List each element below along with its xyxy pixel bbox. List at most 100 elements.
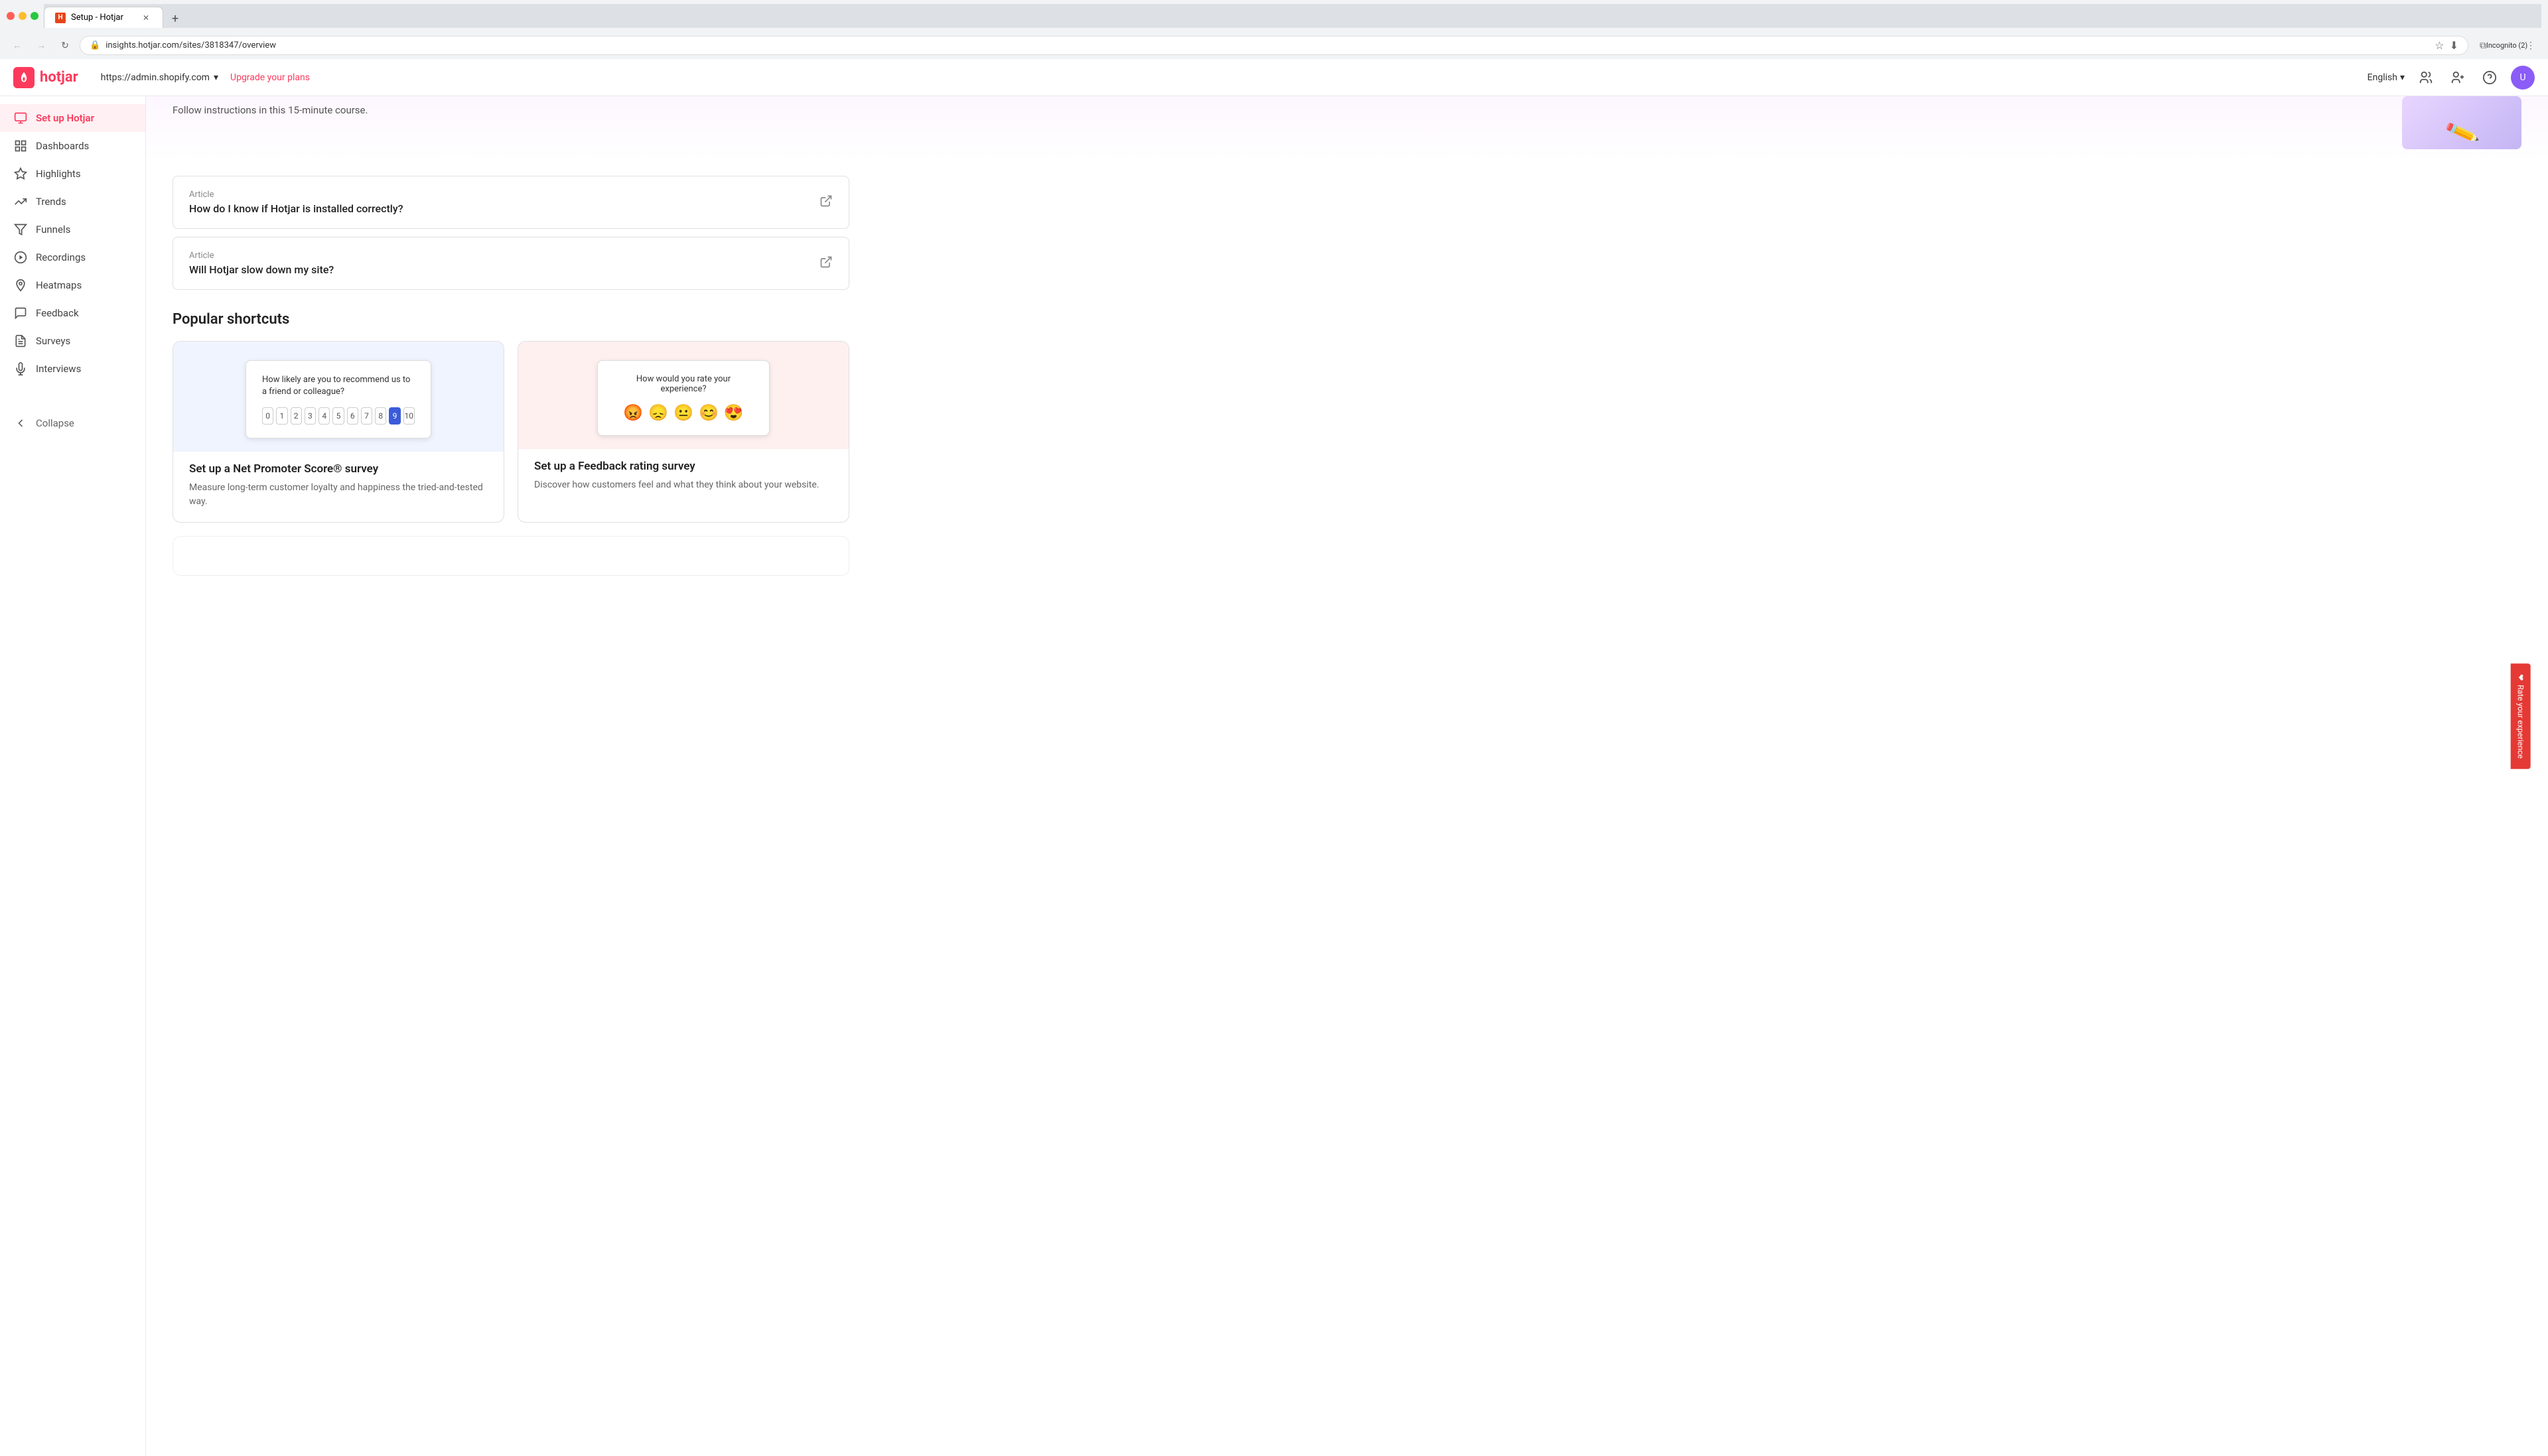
sidebar-collapse-btn[interactable]: Collapse xyxy=(0,409,145,437)
nps-9[interactable]: 9 xyxy=(389,407,400,425)
article-content-1: Article How do I know if Hotjar is insta… xyxy=(189,190,403,215)
app-container: Set up Hotjar Dashboards Highlights xyxy=(0,96,2548,1456)
window-maximize[interactable] xyxy=(31,12,38,20)
bookmark-icon[interactable]: ☆ xyxy=(2435,39,2444,52)
address-bar[interactable]: 🔒 insights.hotjar.com/sites/3818347/over… xyxy=(80,36,2468,55)
nps-card-desc: Measure long-term customer loyalty and h… xyxy=(189,481,488,509)
sidebar-item-setup[interactable]: Set up Hotjar xyxy=(0,104,145,132)
window-minimize[interactable] xyxy=(19,12,27,20)
setup-icon xyxy=(13,111,28,125)
team-icon xyxy=(2419,70,2433,85)
hotjar-topbar: hotjar https://admin.shopify.com ▾ Upgra… xyxy=(0,59,2548,96)
download-icon[interactable]: ⬇ xyxy=(2450,39,2458,52)
site-url: https://admin.shopify.com xyxy=(101,72,210,83)
sidebar-label-dashboards: Dashboards xyxy=(36,140,89,152)
nps-1[interactable]: 1 xyxy=(276,407,287,425)
article-card-2[interactable]: Article Will Hotjar slow down my site? xyxy=(173,237,849,290)
sidebar-label-surveys: Surveys xyxy=(36,335,70,347)
user-avatar[interactable]: U xyxy=(2511,66,2535,90)
feedback-icon xyxy=(13,306,28,320)
rate-experience-heart-icon: ❤ xyxy=(2515,674,2525,681)
reload-icon: ↻ xyxy=(61,40,69,51)
back-icon: ← xyxy=(13,40,22,51)
tab-title: Setup - Hotjar xyxy=(71,13,123,23)
menu-icon: ⋮ xyxy=(2526,40,2535,51)
feedback-emojis: 😡 😞 😐 😊 😍 xyxy=(616,403,750,422)
nps-6[interactable]: 6 xyxy=(347,407,358,425)
shortcuts-grid: How likely are you to recommend us to a … xyxy=(173,341,849,523)
hotjar-logo-icon xyxy=(13,67,35,88)
tab-close-btn[interactable]: ✕ xyxy=(140,12,152,24)
feedback-shortcut-card[interactable]: How would you rate your experience? 😡 😞 … xyxy=(518,341,849,523)
sidebar-item-highlights[interactable]: Highlights xyxy=(0,160,145,188)
funnels-icon xyxy=(13,222,28,237)
top-partial-text: Follow instructions in this 15-minute co… xyxy=(173,96,2389,124)
site-selector[interactable]: https://admin.shopify.com ▾ xyxy=(94,68,225,87)
nps-5[interactable]: 5 xyxy=(332,407,344,425)
lang-label: English xyxy=(2368,72,2397,83)
browser-tab-active[interactable]: H Setup - Hotjar ✕ xyxy=(44,7,163,28)
extensions-icon: ⧉ xyxy=(2480,40,2486,51)
lang-selector[interactable]: English ▾ xyxy=(2368,72,2405,83)
feedback-widget: How would you rate your experience? 😡 😞 … xyxy=(597,360,770,436)
interviews-icon xyxy=(13,362,28,376)
surveys-icon xyxy=(13,334,28,348)
team-icon-btn[interactable] xyxy=(2415,67,2437,88)
back-btn[interactable]: ← xyxy=(8,36,27,55)
lang-dropdown-icon: ▾ xyxy=(2400,72,2405,83)
dashboards-icon xyxy=(13,139,28,153)
help-icon-btn[interactable] xyxy=(2479,67,2500,88)
nps-0[interactable]: 0 xyxy=(262,407,273,425)
nps-4[interactable]: 4 xyxy=(318,407,330,425)
sidebar-item-heatmaps[interactable]: Heatmaps xyxy=(0,271,145,299)
article-label-2: Article xyxy=(189,251,334,261)
nps-question: How likely are you to recommend us to a … xyxy=(262,374,415,398)
article-content-2: Article Will Hotjar slow down my site? xyxy=(189,251,334,276)
pencil-icon: ✏️ xyxy=(2443,115,2480,149)
sidebar-item-trends[interactable]: Trends xyxy=(0,188,145,216)
article-card-1[interactable]: Article How do I know if Hotjar is insta… xyxy=(173,176,849,229)
external-link-icon-2 xyxy=(819,255,833,272)
new-tab-btn[interactable]: + xyxy=(166,9,184,28)
sidebar-label-funnels: Funnels xyxy=(36,224,70,235)
sidebar-label-trends: Trends xyxy=(36,196,66,208)
course-illustration: ✏️ xyxy=(2402,96,2521,149)
recordings-icon xyxy=(13,250,28,265)
emoji-love: 😍 xyxy=(724,403,744,422)
third-shortcut-card[interactable] xyxy=(173,536,849,576)
nps-7[interactable]: 7 xyxy=(361,407,372,425)
add-user-icon xyxy=(2450,70,2465,85)
menu-btn[interactable]: ⋮ xyxy=(2521,36,2540,55)
rate-experience-tab[interactable]: ❤ Rate your experience xyxy=(2510,663,2530,769)
trends-icon xyxy=(13,194,28,209)
shortcuts-heading: Popular shortcuts xyxy=(173,311,849,328)
nps-card-title: Set up a Net Promoter Score® survey xyxy=(189,462,488,476)
sidebar-label-feedback: Feedback xyxy=(36,307,79,319)
profile-btn[interactable]: Incognito (2) xyxy=(2498,36,2516,55)
feedback-card-desc: Discover how customers feel and what the… xyxy=(534,478,833,492)
reload-btn[interactable]: ↻ xyxy=(56,36,74,55)
sidebar-item-recordings[interactable]: Recordings xyxy=(0,243,145,271)
sidebar-item-surveys[interactable]: Surveys xyxy=(0,327,145,355)
sidebar: Set up Hotjar Dashboards Highlights xyxy=(0,96,146,1456)
upgrade-link[interactable]: Upgrade your plans xyxy=(230,72,310,83)
window-close[interactable] xyxy=(7,12,15,20)
nps-8[interactable]: 8 xyxy=(375,407,386,425)
forward-btn[interactable]: → xyxy=(32,36,50,55)
browser-nav-bar: ← → ↻ 🔒 insights.hotjar.com/sites/381834… xyxy=(0,32,2548,59)
sidebar-item-feedback[interactable]: Feedback xyxy=(0,299,145,327)
site-dropdown-icon: ▾ xyxy=(214,72,218,83)
sidebar-item-funnels[interactable]: Funnels xyxy=(0,216,145,243)
emoji-happy: 😊 xyxy=(699,403,719,422)
sidebar-label-highlights: Highlights xyxy=(36,168,81,180)
sidebar-item-interviews[interactable]: Interviews xyxy=(0,355,145,383)
nps-2[interactable]: 2 xyxy=(291,407,302,425)
tab-favicon: H xyxy=(55,13,66,23)
nps-3[interactable]: 3 xyxy=(305,407,316,425)
main-content: Follow instructions in this 15-minute co… xyxy=(146,96,2548,1456)
add-user-icon-btn[interactable] xyxy=(2447,67,2468,88)
nps-shortcut-card[interactable]: How likely are you to recommend us to a … xyxy=(173,341,504,523)
nps-widget: How likely are you to recommend us to a … xyxy=(246,360,431,438)
nps-10[interactable]: 10 xyxy=(403,407,415,425)
sidebar-item-dashboards[interactable]: Dashboards xyxy=(0,132,145,160)
